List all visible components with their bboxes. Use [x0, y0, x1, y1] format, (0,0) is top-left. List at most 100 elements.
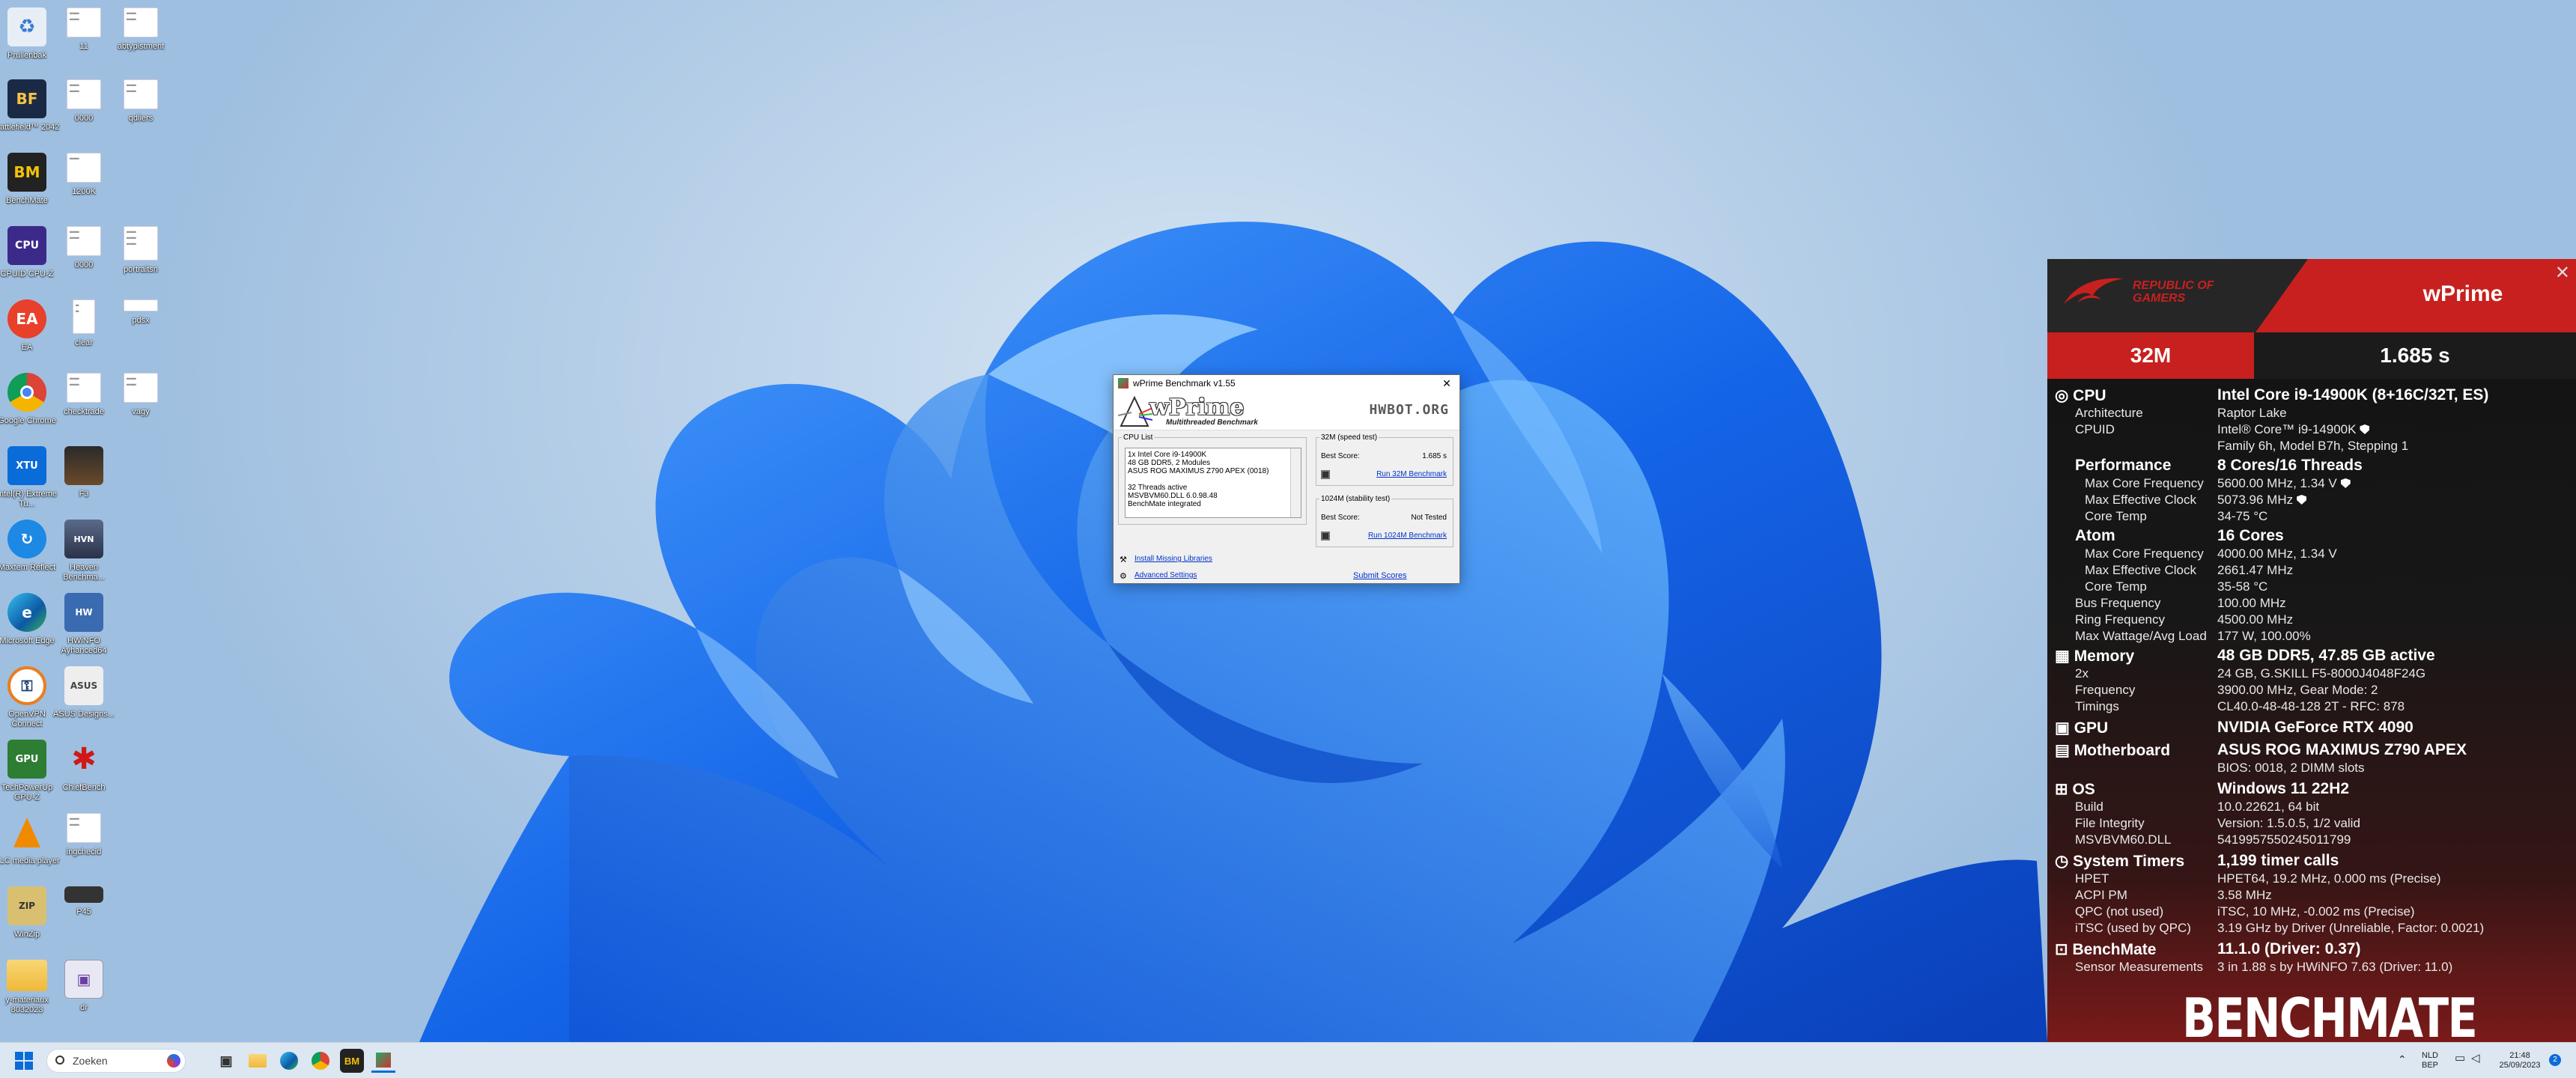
spider-icon: ✱	[71, 742, 97, 776]
desktop-icon-doc-1200k[interactable]: ═══ 1200K	[49, 148, 118, 220]
atom-heading: Atom	[2075, 527, 2115, 544]
desktop-icon-doc-abtypistment[interactable]: ═══ ═══ abtypistment	[106, 3, 175, 75]
memory-timings-key: Timings	[2075, 699, 2119, 713]
e-max-eff-clock-key: Max Effective Clock	[2085, 563, 2196, 577]
search-placeholder: Zoeken	[73, 1055, 108, 1067]
wrench-icon: ⚒	[1120, 555, 1127, 564]
e-core-temp-key: Core Temp	[2085, 579, 2147, 594]
desktop-icon-doc-qdliers[interactable]: ═══ ═══ qdliers	[106, 75, 175, 147]
install-libraries-link[interactable]: Install Missing Libraries	[1134, 555, 1212, 563]
timers-label: System Timers	[2073, 853, 2185, 870]
p-max-core-freq-key: Max Core Frequency	[2085, 476, 2204, 490]
edge-taskbar-icon[interactable]	[277, 1049, 301, 1073]
test-1024m-group: 1024M (stability test) Best Score: Not T…	[1316, 495, 1453, 547]
cpu-list-box[interactable]: 1x Intel Core i9-14900K 48 GB DDR5, 2 Mo…	[1125, 448, 1301, 518]
document-icon	[124, 299, 158, 311]
e-max-core-freq-key: Max Core Frequency	[2085, 546, 2204, 561]
gpuz-icon: GPU	[7, 740, 46, 779]
run-32m-link[interactable]: Run 32M Benchmark	[1376, 470, 1447, 478]
cpu-line: ASUS ROG MAXIMUS Z790 APEX (0018)	[1128, 467, 1269, 475]
cpu-line: 48 GB DDR5, 2 Modules	[1128, 459, 1211, 467]
benchmark-run-icon	[1321, 470, 1330, 479]
cpu-line-spacer	[1128, 475, 1298, 484]
sensor-value: 3 in 1.88 s by HWiNFO 7.63 (Driver: 11.0…	[2217, 960, 2453, 974]
bus-freq-key: Bus Frequency	[2075, 596, 2161, 610]
wprime-title: wPrime Benchmark v1.55	[1133, 378, 1236, 389]
ring-freq-value: 4500.00 MHz	[2217, 612, 2294, 627]
chrome-icon	[7, 373, 46, 412]
task-view-icon[interactable]: ▣	[214, 1049, 238, 1073]
clock[interactable]: 21:48 25/09/2023	[2494, 1051, 2546, 1071]
memory-label: Memory	[2074, 648, 2135, 665]
p-max-core-freq-row: 5600.00 MHz, 1.34 V	[2217, 476, 2351, 491]
memory-timings-value: CL40.0-48-48-128 2T - RFC: 878	[2217, 699, 2405, 713]
submit-scores-link[interactable]: Submit Scores	[1353, 571, 1407, 580]
document-icon: ═══ ═══	[124, 7, 158, 37]
benchmark-run-icon	[1321, 532, 1330, 540]
wprime-titlebar[interactable]: wPrime Benchmark v1.55 ✕	[1114, 375, 1459, 392]
document-icon: ═══ ═══ ═══	[124, 226, 158, 261]
p-core-temp-key: Core Temp	[2085, 509, 2147, 523]
copilot-icon[interactable]	[167, 1054, 180, 1068]
memory-modules-key: 2x	[2075, 666, 2089, 680]
desktop-icon-p45[interactable]: P45	[49, 882, 118, 954]
desktop-icon-doc-vagy[interactable]: ═══ ═══ vagy	[106, 368, 175, 440]
desktop-icon-doc-pdsx[interactable]: pdsx	[106, 295, 175, 367]
cpu-list-scrollbar[interactable]	[1290, 448, 1301, 517]
benchmate-version: 11.1.0 (Driver: 0.37)	[2217, 940, 2361, 957]
file-integrity-key: File Integrity	[2075, 816, 2145, 830]
test-32m-legend: 32M (speed test)	[1321, 433, 1378, 442]
test-32m-group: 32M (speed test) Best Score: 1.685 s Run…	[1316, 433, 1453, 486]
benchmate-taskbar-icon[interactable]: BM	[340, 1049, 364, 1073]
clock-date: 25/09/2023	[2499, 1061, 2541, 1070]
benchmate-icon: BM	[7, 153, 46, 192]
itsc-key: iTSC (used by QPC)	[2075, 921, 2191, 935]
desktop-icon-chiefbench[interactable]: ✱ ChiefBench	[49, 735, 118, 807]
app-icon: ▣	[64, 960, 103, 999]
benchmark-name: wPrime	[2422, 281, 2503, 306]
itsc-value: 3.19 GHz by Driver (Unreliable, Factor: …	[2217, 921, 2485, 935]
hwinfo-icon: HW	[64, 593, 103, 632]
run-1024m-link[interactable]: Run 1024M Benchmark	[1368, 532, 1447, 540]
desktop-icon-heaven[interactable]: HVN Heaven Benchma...	[49, 515, 118, 587]
close-icon[interactable]: ✕	[2555, 262, 2570, 284]
atom-value: 16 Cores	[2217, 527, 2284, 544]
os-label: OS	[2072, 781, 2095, 798]
tray-chevron-icon[interactable]: ⌃	[2398, 1054, 2407, 1065]
windows-start-icon[interactable]	[15, 1052, 33, 1070]
volume-icon[interactable]: ◁	[2471, 1053, 2480, 1064]
wprime-window[interactable]: wPrime Benchmark v1.55 ✕ wPrime Multithr…	[1113, 374, 1460, 584]
language-indicator[interactable]: NLD BEP	[2422, 1051, 2438, 1071]
benchmate-logo: BENCHMATE	[2182, 987, 2478, 1042]
ea-icon: EA	[7, 299, 46, 338]
desktop-icon-doc-portraitsn[interactable]: ═══ ═══ ═══ portraitsn	[106, 222, 175, 293]
chrome-taskbar-icon[interactable]	[309, 1049, 332, 1073]
winzip-icon: ZIP	[7, 886, 46, 925]
desktop-icon-f3[interactable]: F3	[49, 442, 118, 514]
performance-heading: Performance	[2075, 457, 2172, 474]
arch-key: Architecture	[2075, 406, 2143, 420]
cpuid-key: CPUID	[2075, 422, 2115, 436]
timers-value: 1,199 timer calls	[2217, 852, 2339, 869]
notification-icon[interactable]: 2	[2549, 1054, 2561, 1066]
benchmate-header: REPUBLIC OF GAMERS wPrime ✕	[2047, 259, 2576, 332]
e-max-eff-clock-value: 2661.47 MHz	[2217, 563, 2294, 577]
desktop-icon-dr[interactable]: ▣ dr	[49, 955, 118, 1027]
close-icon[interactable]: ✕	[1434, 377, 1459, 390]
file-explorer-icon[interactable]	[246, 1049, 270, 1073]
document-icon: ═══ ═══	[124, 79, 158, 109]
motherboard-heading: ▤ Motherboard	[2055, 741, 2170, 760]
bf-game-icon: BF	[7, 79, 46, 118]
network-icon[interactable]: ▭	[2455, 1053, 2465, 1064]
desktop-icon-asus[interactable]: ASUS ASUS Designs...	[49, 662, 118, 734]
wprime-taskbar-icon[interactable]	[371, 1049, 395, 1073]
wprime-banner: wPrime Multithreaded Benchmark HWBOT.ORG	[1114, 392, 1459, 430]
best-score-32m-value: 1.685 s	[1422, 452, 1447, 460]
sensor-key: Sensor Measurements	[2075, 960, 2204, 974]
advanced-settings-link[interactable]: Advanced Settings	[1134, 571, 1197, 579]
search-input[interactable]: Zoeken	[46, 1049, 186, 1073]
cpu-label: CPU	[2073, 387, 2106, 404]
desktop-icon-doc-ingchecid[interactable]: ═══ ═══ ingchecid	[49, 808, 118, 880]
benchmark-size: 32M	[2047, 332, 2254, 379]
desktop-icon-hwinfo[interactable]: HW HWiNFO Ayhanced64	[49, 588, 118, 660]
